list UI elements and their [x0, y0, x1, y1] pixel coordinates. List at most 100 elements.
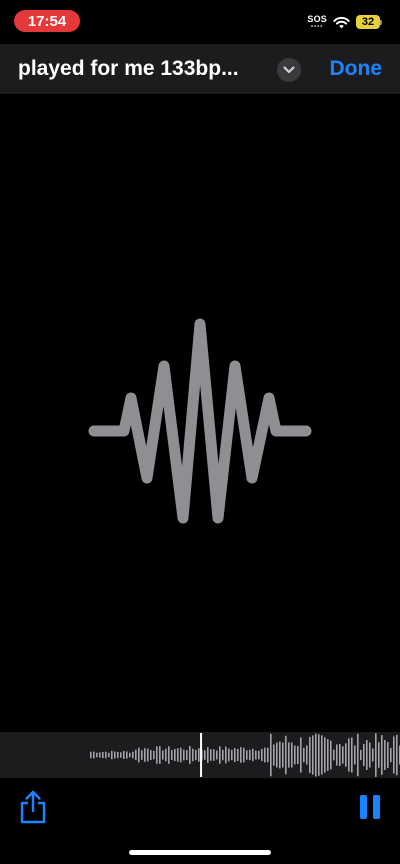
playhead[interactable]: [200, 733, 203, 777]
scrubber-bar: [303, 747, 305, 763]
scrubber-bar: [108, 752, 110, 758]
scrubber-bar: [384, 740, 386, 770]
scrubber-bar: [390, 747, 392, 763]
scrubber-bar: [165, 748, 167, 762]
scrubber-bar: [126, 751, 128, 759]
pause-icon: [360, 795, 367, 819]
scrubber-bar: [93, 751, 95, 759]
scrubber-bar: [105, 751, 107, 759]
scrubber-bar: [378, 742, 380, 768]
scrubber-bar: [387, 742, 389, 768]
scrubber-bar: [174, 748, 176, 762]
scrubber-bar: [270, 733, 272, 777]
scrubber-bar: [159, 746, 161, 764]
scrubber-bar: [204, 750, 206, 760]
sos-indicator: SOS ••••: [307, 13, 327, 30]
scrubber-bar: [192, 748, 194, 762]
scrubber-bar: [228, 748, 230, 762]
title-menu-button[interactable]: [277, 58, 301, 82]
wifi-icon: [333, 16, 350, 28]
scrubber-bar: [264, 747, 266, 763]
scrubber-bar: [150, 750, 152, 760]
scrubber-bar: [219, 746, 221, 764]
nav-bar: played for me 133bp... Done: [0, 44, 400, 94]
scrubber-bar: [129, 752, 131, 758]
scrubber-bar: [243, 747, 245, 763]
scrubber-bar: [339, 743, 341, 767]
scrubber-bar: [111, 750, 113, 760]
scrubber-bar: [348, 738, 350, 772]
scrubber-bar: [96, 752, 98, 758]
scrubber-bar: [375, 733, 377, 777]
scrubber-bar: [171, 750, 173, 760]
recording-title[interactable]: played for me 133bp...: [18, 57, 266, 81]
scrubber-waveform[interactable]: [0, 732, 400, 778]
scrubber-bar: [117, 751, 119, 759]
scrubber-bar: [318, 734, 320, 776]
scrubber-bar: [216, 750, 218, 760]
pause-button[interactable]: [360, 795, 380, 819]
share-button[interactable]: [18, 790, 48, 824]
scrubber-bar: [396, 734, 398, 776]
battery-icon: 32: [356, 15, 382, 29]
scrubber-bar: [198, 748, 200, 762]
scrubber-bar: [147, 748, 149, 762]
scrubber-bar: [246, 750, 248, 760]
scrubber-bar: [207, 747, 209, 763]
scrubber-bar: [156, 746, 158, 764]
battery-body: 32: [356, 15, 380, 29]
scrubber-bar: [132, 751, 134, 759]
scrubber-bar: [309, 736, 311, 774]
scrubber-bar: [366, 740, 368, 770]
scrubber-bar: [363, 743, 365, 767]
scrubber-bar: [99, 752, 101, 758]
scrubber-bar: [297, 745, 299, 765]
scrubber-bar: [279, 741, 281, 769]
scrubber-bar: [189, 746, 191, 764]
scrubber-bar: [249, 749, 251, 761]
scrubber-bar: [183, 749, 185, 761]
scrubber-bar: [237, 748, 239, 762]
battery-tip: [380, 19, 382, 25]
scrubber-bar: [369, 742, 371, 768]
scrubber-bar: [381, 735, 383, 775]
status-bar: 17:54 SOS •••• 32: [0, 0, 400, 44]
scrubber-bar: [258, 750, 260, 760]
scrubber-bar: [168, 746, 170, 764]
scrubber-bar: [315, 733, 317, 777]
scrubber-bar: [360, 749, 362, 761]
scrubber-bar: [261, 748, 263, 762]
scrubber-bar: [153, 750, 155, 760]
scrubber-bar: [255, 750, 257, 760]
waveform-display: [0, 94, 400, 732]
battery-level: 32: [361, 16, 375, 28]
scrubber-bar: [357, 733, 359, 777]
scrubber-bar: [120, 752, 122, 758]
scrubber-bar: [225, 746, 227, 764]
scrubber-bar: [321, 735, 323, 775]
scrubber-bar: [114, 751, 116, 759]
sos-label: SOS: [307, 13, 327, 24]
scrubber-bar: [141, 750, 143, 760]
scrubber-bar: [90, 751, 92, 759]
scrubber-bar: [345, 743, 347, 767]
scrubber-bar: [306, 745, 308, 765]
scrubber-bar: [162, 750, 164, 760]
scrubber-bar: [144, 748, 146, 762]
scrubber-bar: [282, 742, 284, 768]
time-pill[interactable]: 17:54: [14, 10, 80, 32]
scrubber-bar: [231, 749, 233, 761]
scrubber-bar: [393, 736, 395, 774]
status-indicators: SOS •••• 32: [307, 13, 382, 31]
scrubber-bar: [327, 739, 329, 771]
scrubber-bar: [342, 746, 344, 764]
pause-icon-bar: [373, 795, 380, 819]
scrubber-bar: [102, 751, 104, 759]
done-button[interactable]: Done: [330, 57, 383, 81]
scrubber-bar: [135, 749, 137, 761]
scrubber-bar: [300, 737, 302, 773]
scrubber-bar: [330, 740, 332, 770]
waveform-scrubber[interactable]: [0, 732, 400, 778]
signal-dots: ••••: [310, 23, 324, 30]
scrubber-bar: [351, 737, 353, 773]
